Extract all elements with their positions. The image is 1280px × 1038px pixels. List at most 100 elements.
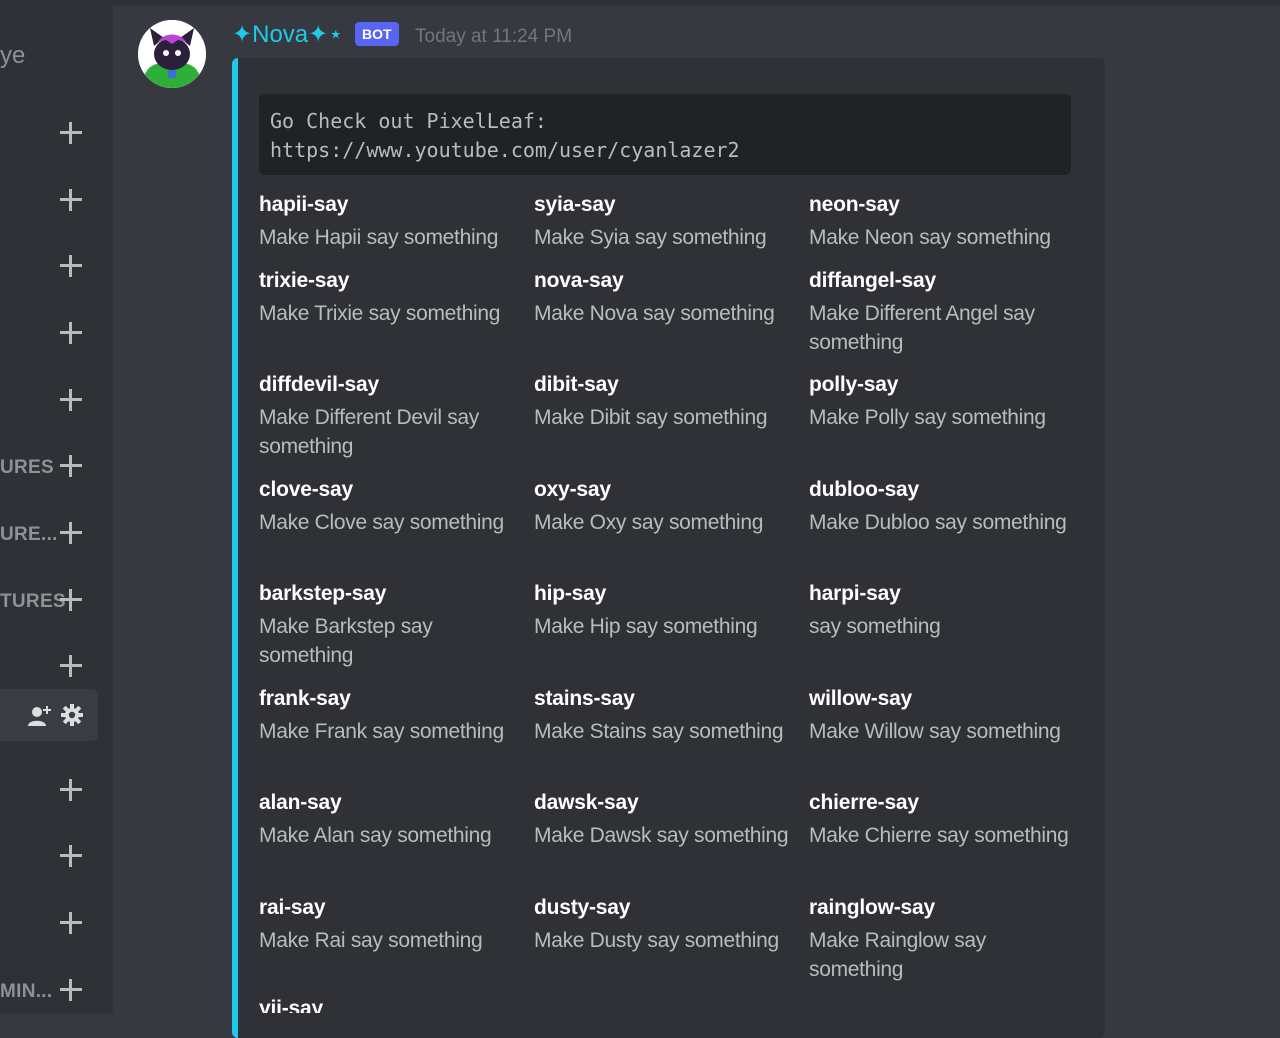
plus-icon[interactable] (60, 979, 82, 1001)
field-value: Make Stains say something (534, 720, 784, 743)
field-name: frank-say (259, 687, 351, 710)
embed-field: syia-say Make Syia say something (534, 190, 804, 252)
category-row[interactable] (0, 320, 98, 350)
add-member-icon[interactable] (27, 704, 53, 733)
top-divider (113, 0, 1280, 5)
field-name: hip-say (534, 582, 607, 605)
channel-sidebar: ye URES URE... TURES MIN... (0, 0, 113, 1013)
category-row[interactable]: URE... (0, 520, 98, 550)
field-value: Make Polly say something (809, 406, 1046, 429)
bot-tag: BOT (355, 22, 399, 46)
field-name: syia-say (534, 193, 616, 216)
embed-field: rai-say Make Rai say something (259, 893, 529, 955)
field-value: Make Clove say something (259, 511, 504, 534)
embed-field: yii-say (259, 994, 529, 1013)
plus-icon[interactable] (60, 389, 82, 411)
category-row[interactable] (0, 187, 98, 217)
field-name: dawsk-say (534, 791, 639, 814)
avatar[interactable] (138, 20, 206, 88)
plus-icon[interactable] (60, 779, 82, 801)
plus-icon[interactable] (60, 912, 82, 934)
field-name: harpi-say (809, 582, 901, 605)
embed-field: diffangel-say Make Different Angel say s… (809, 266, 1079, 357)
code-line: https://www.youtube.com/user/cyanlazer2 (270, 138, 740, 162)
field-value: Make Different Devil say something (259, 406, 479, 458)
field-value: Make Chierre say something (809, 824, 1069, 847)
field-name: rainglow-say (809, 896, 935, 919)
code-line: Go Check out PixelLeaf: (270, 109, 547, 133)
embed-field: rainglow-say Make Rainglow say something (809, 893, 1079, 984)
field-name: barkstep-say (259, 582, 387, 605)
field-value: Make Dibit say something (534, 406, 768, 429)
plus-icon[interactable] (60, 122, 82, 144)
field-value: Make Oxy say something (534, 511, 764, 534)
category-row[interactable] (0, 843, 98, 873)
field-name: trixie-say (259, 269, 350, 292)
embed-field: frank-say Make Frank say something (259, 684, 529, 746)
embed-field: neon-say Make Neon say something (809, 190, 1079, 252)
category-label: MIN... (0, 981, 53, 1002)
field-value: Make Dubloo say something (809, 511, 1067, 534)
field-name: yii-say (259, 997, 323, 1013)
field-value: Make Neon say something (809, 226, 1051, 249)
field-value: Make Rainglow say something (809, 929, 986, 981)
category-row[interactable]: URES (0, 453, 98, 483)
bot-username[interactable]: ✦Nova✦⋆ (232, 20, 343, 49)
embed-field: clove-say Make Clove say something (259, 475, 529, 537)
field-value: Make Different Angel say something (809, 302, 1035, 354)
field-name: neon-say (809, 193, 900, 216)
field-value: Make Syia say something (534, 226, 767, 249)
category-row[interactable] (0, 653, 98, 683)
selected-channel[interactable] (0, 689, 98, 741)
embed-field: dibit-say Make Dibit say something (534, 370, 804, 432)
category-row[interactable] (0, 910, 98, 940)
plus-icon[interactable] (60, 255, 82, 277)
field-name: hapii-say (259, 193, 349, 216)
embed-field: dubloo-say Make Dubloo say something (809, 475, 1079, 537)
embed-field: chierre-say Make Chierre say something (809, 788, 1079, 850)
field-name: chierre-say (809, 791, 919, 814)
plus-icon[interactable] (60, 589, 82, 611)
plus-icon[interactable] (60, 845, 82, 867)
embed-field: alan-say Make Alan say something (259, 788, 529, 850)
message-timestamp: Today at 11:24 PM (415, 26, 573, 47)
field-value: say something (809, 615, 941, 638)
plus-icon[interactable] (60, 455, 82, 477)
plus-icon[interactable] (60, 322, 82, 344)
gear-icon[interactable] (61, 704, 83, 731)
field-value: Make Trixie say something (259, 302, 501, 325)
embed-field: hapii-say Make Hapii say something (259, 190, 529, 252)
embed-field: polly-say Make Polly say something (809, 370, 1079, 432)
embed-field: barkstep-say Make Barkstep say something (259, 579, 529, 670)
category-row[interactable] (0, 120, 98, 150)
field-value: Make Hip say something (534, 615, 758, 638)
category-label: TURES (0, 591, 66, 612)
plus-icon[interactable] (60, 655, 82, 677)
category-row[interactable]: TURES (0, 587, 98, 617)
embed-field: nova-say Make Nova say something (534, 266, 804, 328)
field-value: Make Barkstep say something (259, 615, 433, 667)
category-row[interactable]: MIN... (0, 977, 98, 1007)
category-row[interactable] (0, 253, 98, 283)
embed-field: harpi-say say something (809, 579, 1079, 641)
field-name: clove-say (259, 478, 353, 501)
field-name: stains-say (534, 687, 635, 710)
field-name: nova-say (534, 269, 624, 292)
field-name: dubloo-say (809, 478, 920, 501)
field-name: dibit-say (534, 373, 619, 396)
embed-field: dawsk-say Make Dawsk say something (534, 788, 804, 850)
field-name: dusty-say (534, 896, 631, 919)
field-name: diffdevil-say (259, 373, 379, 396)
category-label: URES (0, 457, 54, 478)
field-value: Make Hapii say something (259, 226, 499, 249)
field-value: Make Rai say something (259, 929, 483, 952)
category-row[interactable] (0, 777, 98, 807)
category-label: URE... (0, 524, 58, 545)
plus-icon[interactable] (60, 522, 82, 544)
field-value: Make Alan say something (259, 824, 492, 847)
plus-icon[interactable] (60, 189, 82, 211)
category-row[interactable] (0, 387, 98, 417)
embed-field: willow-say Make Willow say something (809, 684, 1079, 746)
embed-field: dusty-say Make Dusty say something (534, 893, 804, 955)
field-name: diffangel-say (809, 269, 936, 292)
